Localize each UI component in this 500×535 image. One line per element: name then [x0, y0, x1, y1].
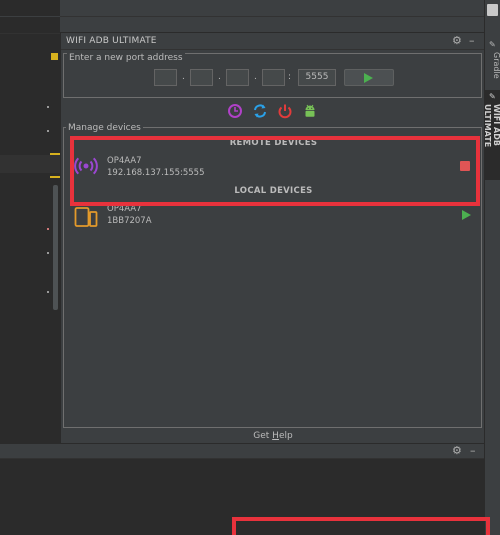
tab-gradle-label: Gradle [492, 52, 500, 79]
power-icon[interactable] [277, 103, 293, 119]
local-device-name: OP4AA7 [107, 204, 142, 214]
manage-devices-legend: Manage devices [66, 123, 143, 133]
remote-device-address: 192.168.137.155:5555 [107, 168, 205, 178]
lower-highlight-box [232, 517, 490, 535]
help-text-pre: Get [253, 431, 273, 441]
minimize-icon[interactable]: – [469, 35, 475, 47]
port-address-group: Enter a new port address . . . : 5555 [63, 53, 482, 98]
tab-gradle[interactable]: ✎ Gradle [485, 38, 500, 82]
ip-octet-1-input[interactable] [154, 69, 177, 86]
local-devices-title: LOCAL DEVICES [234, 186, 313, 196]
panel-title-bar: WIFI ADB ULTIMATE ⚙ – [61, 33, 485, 50]
device-toolbar [227, 103, 319, 119]
connect-button[interactable] [344, 69, 394, 86]
manage-devices-group: Manage devices REMOTE DEVICES OP4AA7 192… [63, 123, 482, 428]
help-text-mnemonic: H [272, 431, 279, 441]
wrench-icon: ✎ [489, 92, 496, 101]
refresh-icon[interactable] [252, 103, 268, 119]
editor-gutter [0, 0, 60, 428]
ip-dot: . [218, 72, 221, 82]
panel-title: WIFI ADB ULTIMATE [66, 36, 157, 46]
gear-icon[interactable]: ⚙ [452, 445, 462, 457]
help-text-post: elp [278, 431, 293, 441]
editor-scrollbar[interactable] [53, 185, 58, 310]
port-address-legend: Enter a new port address [67, 53, 185, 63]
remote-device-name: OP4AA7 [107, 156, 142, 166]
play-icon [364, 73, 373, 83]
minimize-icon[interactable]: – [470, 445, 476, 457]
tab-wifi-adb-ultimate[interactable]: ✎ WIFI ADB ULTIMATE [483, 90, 500, 180]
lower-panel-header: ⚙ – [0, 443, 484, 459]
play-icon[interactable] [462, 210, 471, 220]
get-help-link[interactable]: Get Help [61, 429, 485, 443]
port-input[interactable]: 5555 [298, 69, 336, 86]
gear-icon[interactable]: ⚙ [452, 35, 462, 47]
tab-wifi-label: WIFI ADB ULTIMATE [483, 104, 500, 148]
wifi-adb-panel: WIFI ADB ULTIMATE ⚙ – Enter a new port a… [60, 33, 485, 443]
remote-devices-title: REMOTE DEVICES [229, 138, 318, 148]
ip-octet-4-input[interactable] [262, 69, 285, 86]
history-icon[interactable] [227, 103, 243, 119]
ip-octet-2-input[interactable] [190, 69, 213, 86]
gradle-icon: ✎ [489, 40, 496, 49]
ip-dot: . [254, 72, 257, 82]
phone-icon [74, 207, 98, 227]
local-device-serial: 1BB7207A [107, 216, 152, 226]
wifi-signal-icon [74, 157, 98, 175]
stop-icon[interactable] [460, 161, 470, 171]
right-tool-stripe: ✎ Gradle ✎ WIFI ADB ULTIMATE [483, 0, 500, 535]
top-corner-button[interactable] [487, 4, 498, 16]
port-colon: : [288, 72, 292, 82]
android-icon[interactable] [302, 103, 318, 119]
ip-octet-3-input[interactable] [226, 69, 249, 86]
top-strip [0, 0, 484, 33]
ip-dot: . [182, 72, 185, 82]
warning-marker[interactable] [51, 53, 58, 60]
